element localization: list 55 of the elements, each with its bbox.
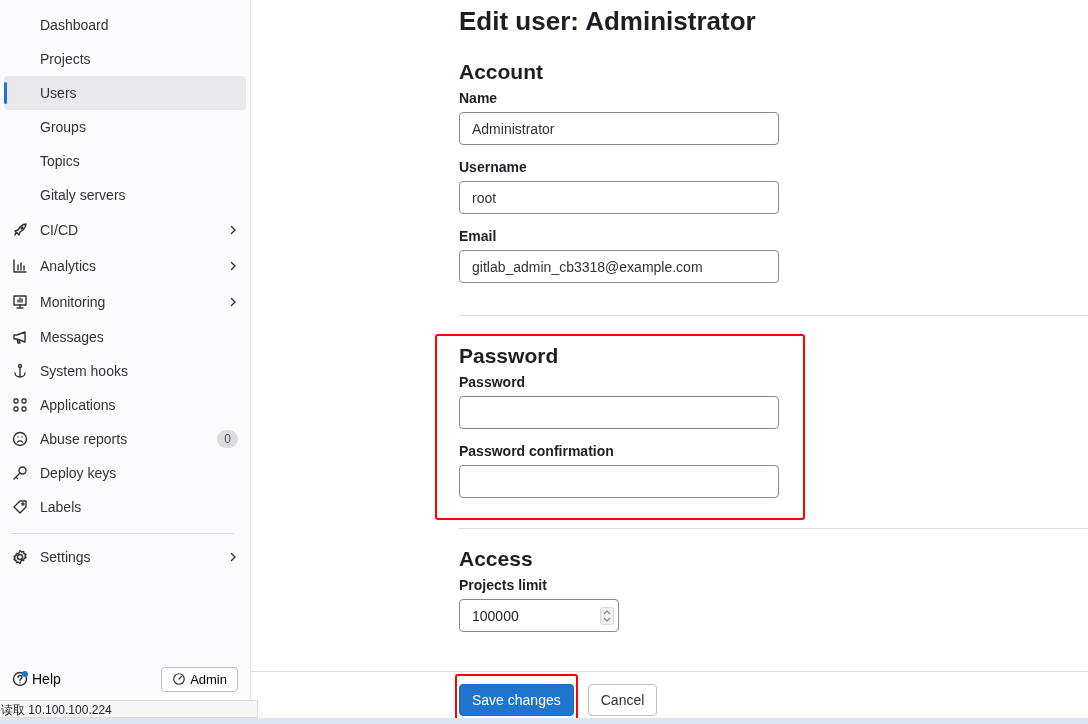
monitor-icon [12,294,28,310]
field-label: Password [459,374,527,390]
section-heading: Password [459,344,560,368]
nav-item[interactable]: Applications [4,388,246,422]
field-label: Password confirmation [459,443,615,459]
gear-icon [12,549,28,565]
section-heading: Account [459,60,544,84]
help-icon [12,671,28,687]
chevron-right-icon [228,552,238,562]
bar-chart-icon [12,258,28,274]
chevron-right-icon [228,225,238,235]
spinner-icon [600,606,614,625]
nav-item[interactable]: Topics [4,144,246,178]
nav-item[interactable]: Gitaly servers [4,178,246,212]
nav-item[interactable]: Analytics [4,248,246,284]
anchor-icon [12,363,28,379]
nav-item[interactable]: Labels [4,490,246,524]
nav-item[interactable]: Abuse reports 0 [4,422,246,456]
rocket-icon [12,222,28,238]
field-label: Username [459,159,528,175]
nav-item[interactable]: Messages [4,320,246,354]
nav-item[interactable]: Users [4,76,246,110]
nav-item[interactable]: Groups [4,110,246,144]
gauge-icon [172,672,187,686]
admin-button[interactable]: Admin [161,666,238,692]
cancel-button[interactable]: Cancel [587,684,658,716]
megaphone-icon [12,329,28,345]
nav-item[interactable]: CI/CD [4,212,246,248]
nav-item[interactable]: Dashboard [4,8,246,42]
sad-face-icon [12,431,28,447]
input-field[interactable]: gitlab_admin_cb3318@example.com [459,250,779,283]
grid-icon [12,397,28,413]
key-icon [12,465,28,481]
input-field[interactable] [459,396,779,429]
save-button[interactable]: Save changes [459,684,574,716]
nav-item[interactable]: Settings [4,539,246,575]
nav-item[interactable]: System hooks [4,354,246,388]
field-label: Name [459,90,499,106]
nav-item[interactable]: Monitoring [4,284,246,320]
count-badge: 0 [217,430,238,448]
field-label: Email [459,228,498,244]
field-label: Projects limit [459,577,548,593]
nav-item[interactable]: Deploy keys [4,456,246,490]
input-field[interactable]: root [459,181,779,214]
chevron-right-icon [228,261,238,271]
chevron-right-icon [228,297,238,307]
page-title: Edit user: Administrator [459,6,757,38]
status-bar: 读取 10.100.100.224 [0,700,258,718]
help-button[interactable]: Help [12,671,61,687]
number-field[interactable]: 100000 [459,599,619,632]
nav-item[interactable]: Projects [4,42,246,76]
section-heading: Access [459,547,534,571]
tag-icon [12,499,28,515]
input-field[interactable] [459,465,779,498]
input-field[interactable]: Administrator [459,112,779,145]
